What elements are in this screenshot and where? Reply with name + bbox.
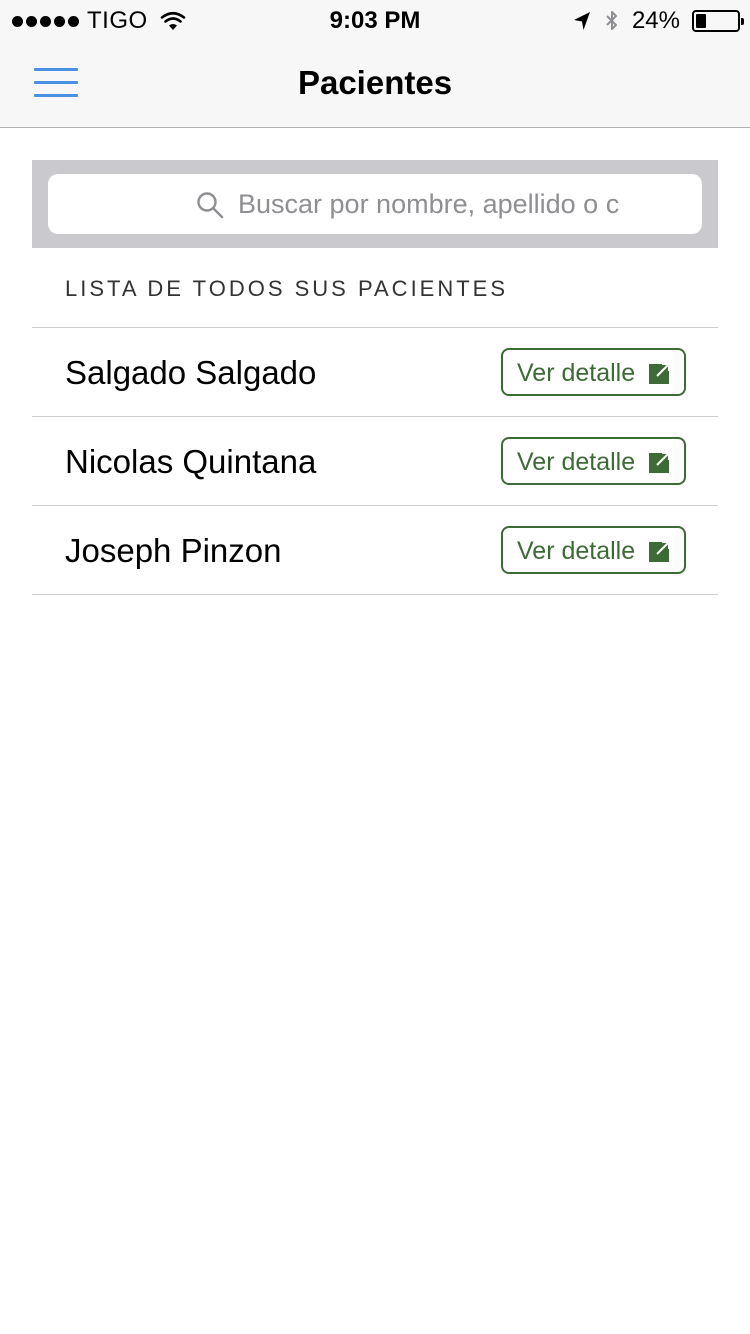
patient-list: Salgado Salgado Ver detalle Nicolas Quin… bbox=[32, 328, 718, 595]
page-title: Pacientes bbox=[297, 64, 453, 101]
battery-fill bbox=[696, 14, 706, 28]
status-bar: TIGO 9:03 PM 24% bbox=[0, 0, 750, 40]
search-input[interactable] bbox=[238, 174, 648, 234]
view-detail-label: Ver detalle bbox=[517, 359, 636, 387]
status-right: 24% bbox=[572, 7, 744, 35]
search-field-container[interactable] bbox=[48, 174, 702, 234]
patient-name: Salgado Salgado bbox=[65, 354, 317, 391]
list-item: Nicolas Quintana Ver detalle bbox=[32, 417, 718, 506]
navigation-bar: Pacientes bbox=[0, 40, 750, 128]
view-detail-button[interactable]: Ver detalle bbox=[501, 348, 686, 396]
external-link-icon bbox=[649, 541, 670, 562]
battery-icon bbox=[692, 10, 744, 32]
view-detail-button[interactable]: Ver detalle bbox=[501, 437, 686, 485]
search-bar bbox=[32, 160, 718, 248]
view-detail-label: Ver detalle bbox=[517, 448, 636, 476]
search-icon bbox=[197, 192, 224, 219]
list-item: Joseph Pinzon Ver detalle bbox=[32, 506, 718, 595]
patient-name: Nicolas Quintana bbox=[65, 443, 317, 480]
section-header: LISTA DE TODOS SUS PACIENTES bbox=[65, 276, 509, 301]
list-item: Salgado Salgado Ver detalle bbox=[32, 328, 718, 417]
patient-name: Joseph Pinzon bbox=[65, 532, 282, 569]
view-detail-button[interactable]: Ver detalle bbox=[501, 526, 686, 574]
external-link-icon bbox=[649, 452, 670, 473]
battery-percentage: 24% bbox=[631, 7, 680, 34]
view-detail-label: Ver detalle bbox=[517, 537, 636, 565]
bluetooth-icon bbox=[606, 11, 617, 30]
external-link-icon bbox=[649, 363, 670, 384]
location-arrow-icon bbox=[573, 12, 590, 30]
